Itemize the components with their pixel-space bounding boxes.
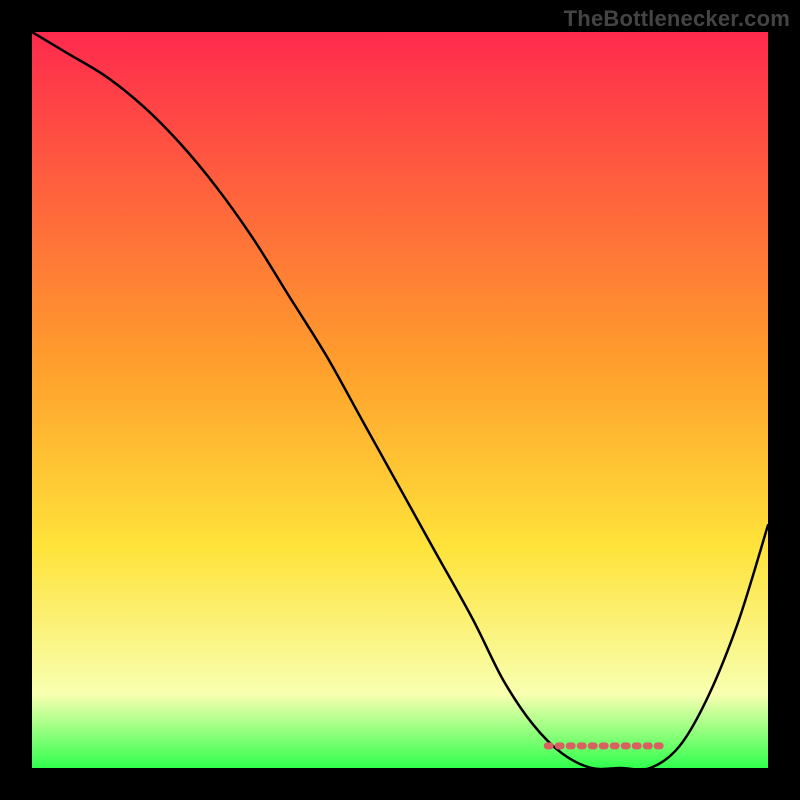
plot-area (32, 32, 768, 768)
chart-canvas: TheBottlenecker.com (0, 0, 800, 800)
chart-svg (32, 32, 768, 768)
watermark-text: TheBottlenecker.com (564, 6, 790, 32)
gradient-background (32, 32, 768, 768)
